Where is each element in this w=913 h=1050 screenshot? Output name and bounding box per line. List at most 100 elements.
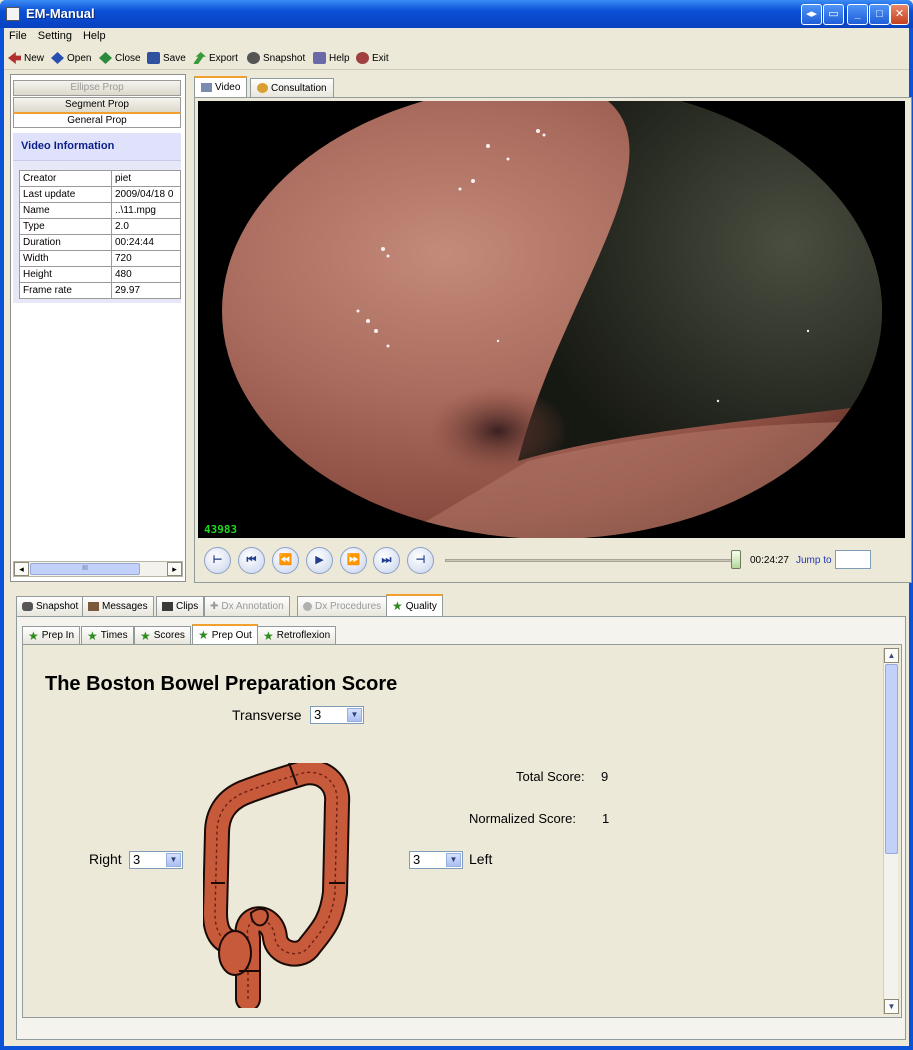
- save-button[interactable]: Save: [147, 50, 186, 66]
- info-row: Last update 2009/04/18 0: [19, 186, 181, 203]
- scroll-right-icon[interactable]: ▸: [167, 562, 182, 576]
- chevron-down-icon: ▼: [166, 853, 181, 867]
- info-key: Width: [19, 250, 112, 267]
- new-button[interactable]: New: [8, 50, 44, 66]
- tab-scores[interactable]: ★ Scores: [134, 626, 191, 644]
- slider-thumb[interactable]: [731, 550, 741, 569]
- tab-general-prop[interactable]: General Prop: [13, 112, 181, 128]
- maximize-button[interactable]: □: [869, 4, 890, 25]
- endoscopy-video-frame[interactable]: 43983: [198, 101, 905, 538]
- star-icon: ★: [28, 628, 39, 643]
- minimize-button[interactable]: _: [847, 4, 868, 25]
- switch-button[interactable]: ▭: [823, 4, 844, 25]
- info-key: Duration: [19, 234, 112, 251]
- next-frame-button[interactable]: ⏭: [373, 547, 400, 574]
- info-key: Height: [19, 266, 112, 283]
- tab-times[interactable]: ★ Times: [81, 626, 134, 644]
- colon-diagram: [203, 763, 351, 1008]
- right-label: Right: [89, 851, 122, 867]
- left-select[interactable]: 3 ▼: [409, 851, 463, 869]
- title-bar[interactable]: EM-Manual ◂▸ ▭ _ □ ✕: [0, 0, 913, 28]
- info-row: Type 2.0: [19, 218, 181, 235]
- star-icon: ★: [140, 628, 151, 643]
- scroll-left-icon[interactable]: ◂: [14, 562, 29, 576]
- close-window-button[interactable]: ✕: [890, 4, 909, 25]
- properties-panel: Ellipse Prop Segment Prop General Prop V…: [10, 74, 186, 582]
- help-button[interactable]: Help: [313, 50, 350, 66]
- scroll-up-icon[interactable]: ▲: [884, 648, 899, 663]
- vertical-scrollbar[interactable]: ▲ ▼: [883, 648, 899, 1014]
- video-info-table: Creator piet Last update 2009/04/18 0 Name..…: [19, 170, 181, 299]
- transverse-select[interactable]: 3 ▼: [310, 706, 364, 724]
- save-icon: [147, 52, 160, 64]
- info-value: 2.0: [111, 218, 181, 235]
- new-icon: [8, 52, 21, 64]
- tab-segment-prop[interactable]: Segment Prop: [13, 97, 181, 113]
- window-title: EM-Manual: [26, 6, 95, 21]
- open-button[interactable]: Open: [51, 50, 91, 66]
- info-row: Name ..\11.mpg: [19, 202, 181, 219]
- star-icon: ★: [198, 628, 209, 642]
- info-value: 480: [111, 266, 181, 283]
- play-button[interactable]: ▶: [306, 547, 333, 574]
- go-to-start-button[interactable]: ⊢: [204, 547, 231, 574]
- tab-consultation[interactable]: Consultation: [250, 78, 334, 97]
- chevron-down-icon: ▼: [347, 708, 362, 722]
- tab-ellipse-prop[interactable]: Ellipse Prop: [13, 80, 181, 96]
- close-icon: [99, 52, 112, 64]
- info-value: piet: [111, 170, 181, 187]
- restore-aux-button[interactable]: ◂▸: [801, 4, 822, 25]
- rewind-button[interactable]: ⏪: [272, 547, 299, 574]
- video-progress-slider[interactable]: [445, 559, 739, 562]
- menu-setting[interactable]: Setting: [33, 28, 78, 42]
- total-score-value: 9: [601, 769, 609, 784]
- jump-to-label[interactable]: Jump to: [796, 555, 832, 566]
- exit-button[interactable]: Exit: [356, 50, 389, 66]
- menu-help[interactable]: Help: [78, 28, 112, 42]
- tab-dx-procedures[interactable]: Dx Procedures: [297, 596, 388, 616]
- info-key: Last update: [19, 186, 112, 203]
- info-value: 2009/04/18 0: [111, 186, 181, 203]
- info-row: Frame rate 29.97: [19, 282, 181, 299]
- tab-quality[interactable]: ★ Quality: [386, 594, 443, 616]
- normalized-score-value: 1: [602, 811, 610, 826]
- toolbar: New Open Close Save Export Snapshot Help…: [4, 46, 909, 70]
- export-button[interactable]: Export: [193, 50, 238, 66]
- info-value: 29.97: [111, 282, 181, 299]
- bbps-title: The Boston Bowel Preparation Score: [45, 673, 398, 695]
- star-icon: ★: [392, 599, 403, 613]
- tab-prep-in[interactable]: ★ Prep In: [22, 626, 81, 644]
- tab-retroflexion[interactable]: ★ Retroflexion: [257, 626, 337, 644]
- tab-messages[interactable]: Messages: [82, 596, 154, 616]
- go-to-end-button[interactable]: ⊣: [407, 547, 434, 574]
- close-button[interactable]: Close: [99, 50, 141, 66]
- film-icon: [162, 602, 173, 611]
- app-icon: [6, 7, 20, 21]
- tab-video[interactable]: Video: [194, 76, 248, 97]
- transverse-label: Transverse: [232, 707, 302, 723]
- client-area: File Setting Help New Open Close Save Expo…: [4, 28, 912, 1046]
- snapshot-button[interactable]: Snapshot: [247, 50, 305, 66]
- horizontal-scrollbar[interactable]: ◂ III ▸: [13, 561, 183, 577]
- camera-icon: [247, 52, 260, 64]
- star-icon: ★: [263, 628, 274, 643]
- previous-frame-button[interactable]: ⏮: [238, 547, 265, 574]
- tab-dx-annotation[interactable]: ✚ Dx Annotation: [204, 596, 290, 616]
- scroll-thumb[interactable]: III: [30, 563, 140, 575]
- tab-prep-out[interactable]: ★ Prep Out: [192, 624, 258, 644]
- scroll-thumb[interactable]: [885, 664, 898, 854]
- fast-forward-button[interactable]: ⏩: [340, 547, 367, 574]
- jump-to-input[interactable]: [835, 550, 871, 569]
- tab-snapshot[interactable]: Snapshot: [16, 596, 85, 616]
- info-key: Name: [19, 202, 112, 219]
- normalized-score-label: Normalized Score:: [469, 811, 576, 826]
- menu-file[interactable]: File: [4, 28, 33, 42]
- tab-clips[interactable]: Clips: [156, 596, 205, 616]
- star-icon: ★: [87, 628, 98, 643]
- camera-icon: [22, 602, 33, 611]
- right-select[interactable]: 3 ▼: [129, 851, 183, 869]
- info-row: Duration 00:24:44: [19, 234, 181, 251]
- plus-icon: ✚: [210, 601, 219, 612]
- info-key: Creator: [19, 170, 112, 187]
- scroll-down-icon[interactable]: ▼: [884, 999, 899, 1014]
